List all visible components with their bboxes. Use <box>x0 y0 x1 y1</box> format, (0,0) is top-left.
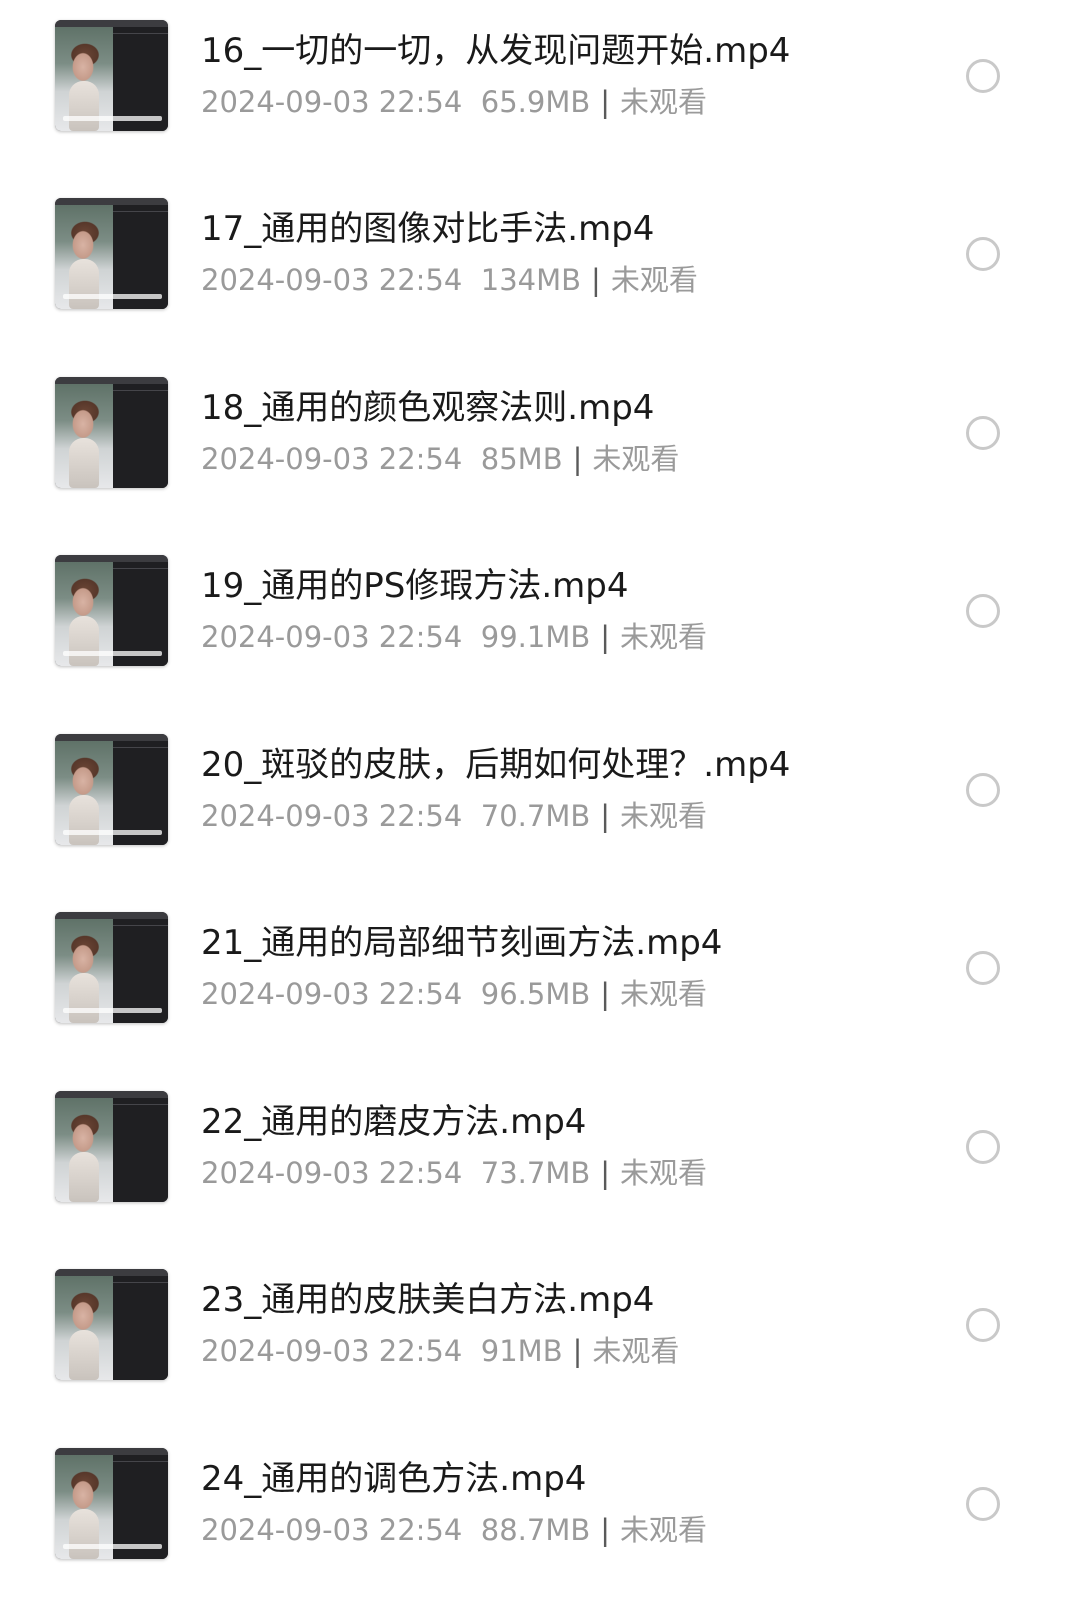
file-date: 2024-09-03 22:54 <box>201 85 463 119</box>
video-thumbnail[interactable] <box>55 912 168 1023</box>
watch-status: 未观看 <box>620 799 708 833</box>
meta-separator: | <box>600 977 611 1011</box>
radio-circle-icon[interactable] <box>966 594 1000 628</box>
list-item[interactable]: 16_一切的一切，从发现问题开始.mp4 2024-09-03 22:54 65… <box>0 0 1080 178</box>
file-size: 70.7MB <box>480 799 591 833</box>
file-date: 2024-09-03 22:54 <box>201 263 463 297</box>
file-name[interactable]: 21_通用的局部细节刻画方法.mp4 <box>201 922 722 964</box>
radio-circle-icon[interactable] <box>966 237 1000 271</box>
radio-circle-icon[interactable] <box>966 773 1000 807</box>
video-thumbnail[interactable] <box>55 1091 168 1202</box>
file-size: 91MB <box>480 1334 563 1368</box>
file-date: 2024-09-03 22:54 <box>201 442 463 476</box>
file-size: 85MB <box>480 442 563 476</box>
file-name[interactable]: 23_通用的皮肤美白方法.mp4 <box>201 1279 654 1321</box>
list-item[interactable]: 17_通用的图像对比手法.mp4 2024-09-03 22:54 134MB |… <box>0 178 1080 356</box>
meta-separator: | <box>600 799 611 833</box>
list-item[interactable]: 19_通用的PS修瑕方法.mp4 2024-09-03 22:54 99.1MB… <box>0 535 1080 713</box>
watch-status: 未观看 <box>620 620 708 654</box>
file-meta: 2024-09-03 22:54 65.9MB | 未观看 <box>201 84 707 120</box>
file-name[interactable]: 22_通用的磨皮方法.mp4 <box>201 1101 586 1143</box>
video-thumbnail[interactable] <box>55 377 168 488</box>
file-size: 134MB <box>480 263 582 297</box>
file-meta: 2024-09-03 22:54 88.7MB | 未观看 <box>201 1512 707 1548</box>
file-name[interactable]: 16_一切的一切，从发现问题开始.mp4 <box>201 30 790 72</box>
radio-circle-icon[interactable] <box>966 59 1000 93</box>
file-date: 2024-09-03 22:54 <box>201 1334 463 1368</box>
meta-separator: | <box>591 263 601 297</box>
file-list: 16_一切的一切，从发现问题开始.mp4 2024-09-03 22:54 65… <box>0 0 1080 1580</box>
meta-separator: | <box>572 1334 583 1368</box>
watch-status: 未观看 <box>620 85 708 119</box>
video-thumbnail[interactable] <box>55 198 168 309</box>
video-thumbnail[interactable] <box>55 20 168 131</box>
file-meta: 2024-09-03 22:54 70.7MB | 未观看 <box>201 798 707 834</box>
radio-circle-icon[interactable] <box>966 951 1000 985</box>
file-size: 65.9MB <box>480 85 591 119</box>
video-thumbnail[interactable] <box>55 1448 168 1559</box>
meta-separator: | <box>600 1156 611 1190</box>
file-name[interactable]: 17_通用的图像对比手法.mp4 <box>201 208 654 250</box>
watch-status: 未观看 <box>620 977 708 1011</box>
file-meta: 2024-09-03 22:54 99.1MB | 未观看 <box>201 619 707 655</box>
radio-circle-icon[interactable] <box>966 1308 1000 1342</box>
file-date: 2024-09-03 22:54 <box>201 620 463 654</box>
video-thumbnail[interactable] <box>55 734 168 845</box>
radio-circle-icon[interactable] <box>966 1130 1000 1164</box>
meta-separator: | <box>600 85 611 119</box>
file-date: 2024-09-03 22:54 <box>201 977 463 1011</box>
file-meta: 2024-09-03 22:54 134MB | 未观看 <box>201 262 698 298</box>
watch-status: 未观看 <box>620 1156 708 1190</box>
list-item[interactable]: 23_通用的皮肤美白方法.mp4 2024-09-03 22:54 91MB | 未… <box>0 1249 1080 1427</box>
list-item[interactable]: 22_通用的磨皮方法.mp4 2024-09-03 22:54 73.7MB | 未… <box>0 1071 1080 1249</box>
file-meta: 2024-09-03 22:54 85MB | 未观看 <box>201 441 679 477</box>
file-name[interactable]: 19_通用的PS修瑕方法.mp4 <box>201 565 629 607</box>
radio-circle-icon[interactable] <box>966 1487 1000 1521</box>
watch-status: 未观看 <box>592 442 680 476</box>
file-size: 88.7MB <box>480 1513 591 1547</box>
list-item[interactable]: 18_通用的颜色观察法则.mp4 2024-09-03 22:54 85MB | 未… <box>0 357 1080 535</box>
file-date: 2024-09-03 22:54 <box>201 799 463 833</box>
watch-status: 未观看 <box>592 1334 680 1368</box>
meta-separator: | <box>600 1513 611 1547</box>
file-size: 99.1MB <box>480 620 591 654</box>
file-date: 2024-09-03 22:54 <box>201 1513 463 1547</box>
file-name[interactable]: 20_斑驳的皮肤，后期如何处理？.mp4 <box>201 744 790 786</box>
list-item[interactable]: 21_通用的局部细节刻画方法.mp4 2024-09-03 22:54 96.5… <box>0 892 1080 1070</box>
watch-status: 未观看 <box>620 1513 708 1547</box>
file-meta: 2024-09-03 22:54 96.5MB | 未观看 <box>201 976 707 1012</box>
video-thumbnail[interactable] <box>55 555 168 666</box>
file-meta: 2024-09-03 22:54 73.7MB | 未观看 <box>201 1155 707 1191</box>
meta-separator: | <box>572 442 583 476</box>
file-meta: 2024-09-03 22:54 91MB | 未观看 <box>201 1333 679 1369</box>
file-size: 96.5MB <box>480 977 591 1011</box>
file-size: 73.7MB <box>480 1156 591 1190</box>
watch-status: 未观看 <box>610 263 698 297</box>
file-name[interactable]: 18_通用的颜色观察法则.mp4 <box>201 387 654 429</box>
file-name[interactable]: 24_通用的调色方法.mp4 <box>201 1458 586 1500</box>
meta-separator: | <box>600 620 611 654</box>
list-item[interactable]: 24_通用的调色方法.mp4 2024-09-03 22:54 88.7MB | 未… <box>0 1428 1080 1606</box>
radio-circle-icon[interactable] <box>966 416 1000 450</box>
file-date: 2024-09-03 22:54 <box>201 1156 463 1190</box>
list-item[interactable]: 20_斑驳的皮肤，后期如何处理？.mp4 2024-09-03 22:54 70… <box>0 714 1080 892</box>
video-thumbnail[interactable] <box>55 1269 168 1380</box>
